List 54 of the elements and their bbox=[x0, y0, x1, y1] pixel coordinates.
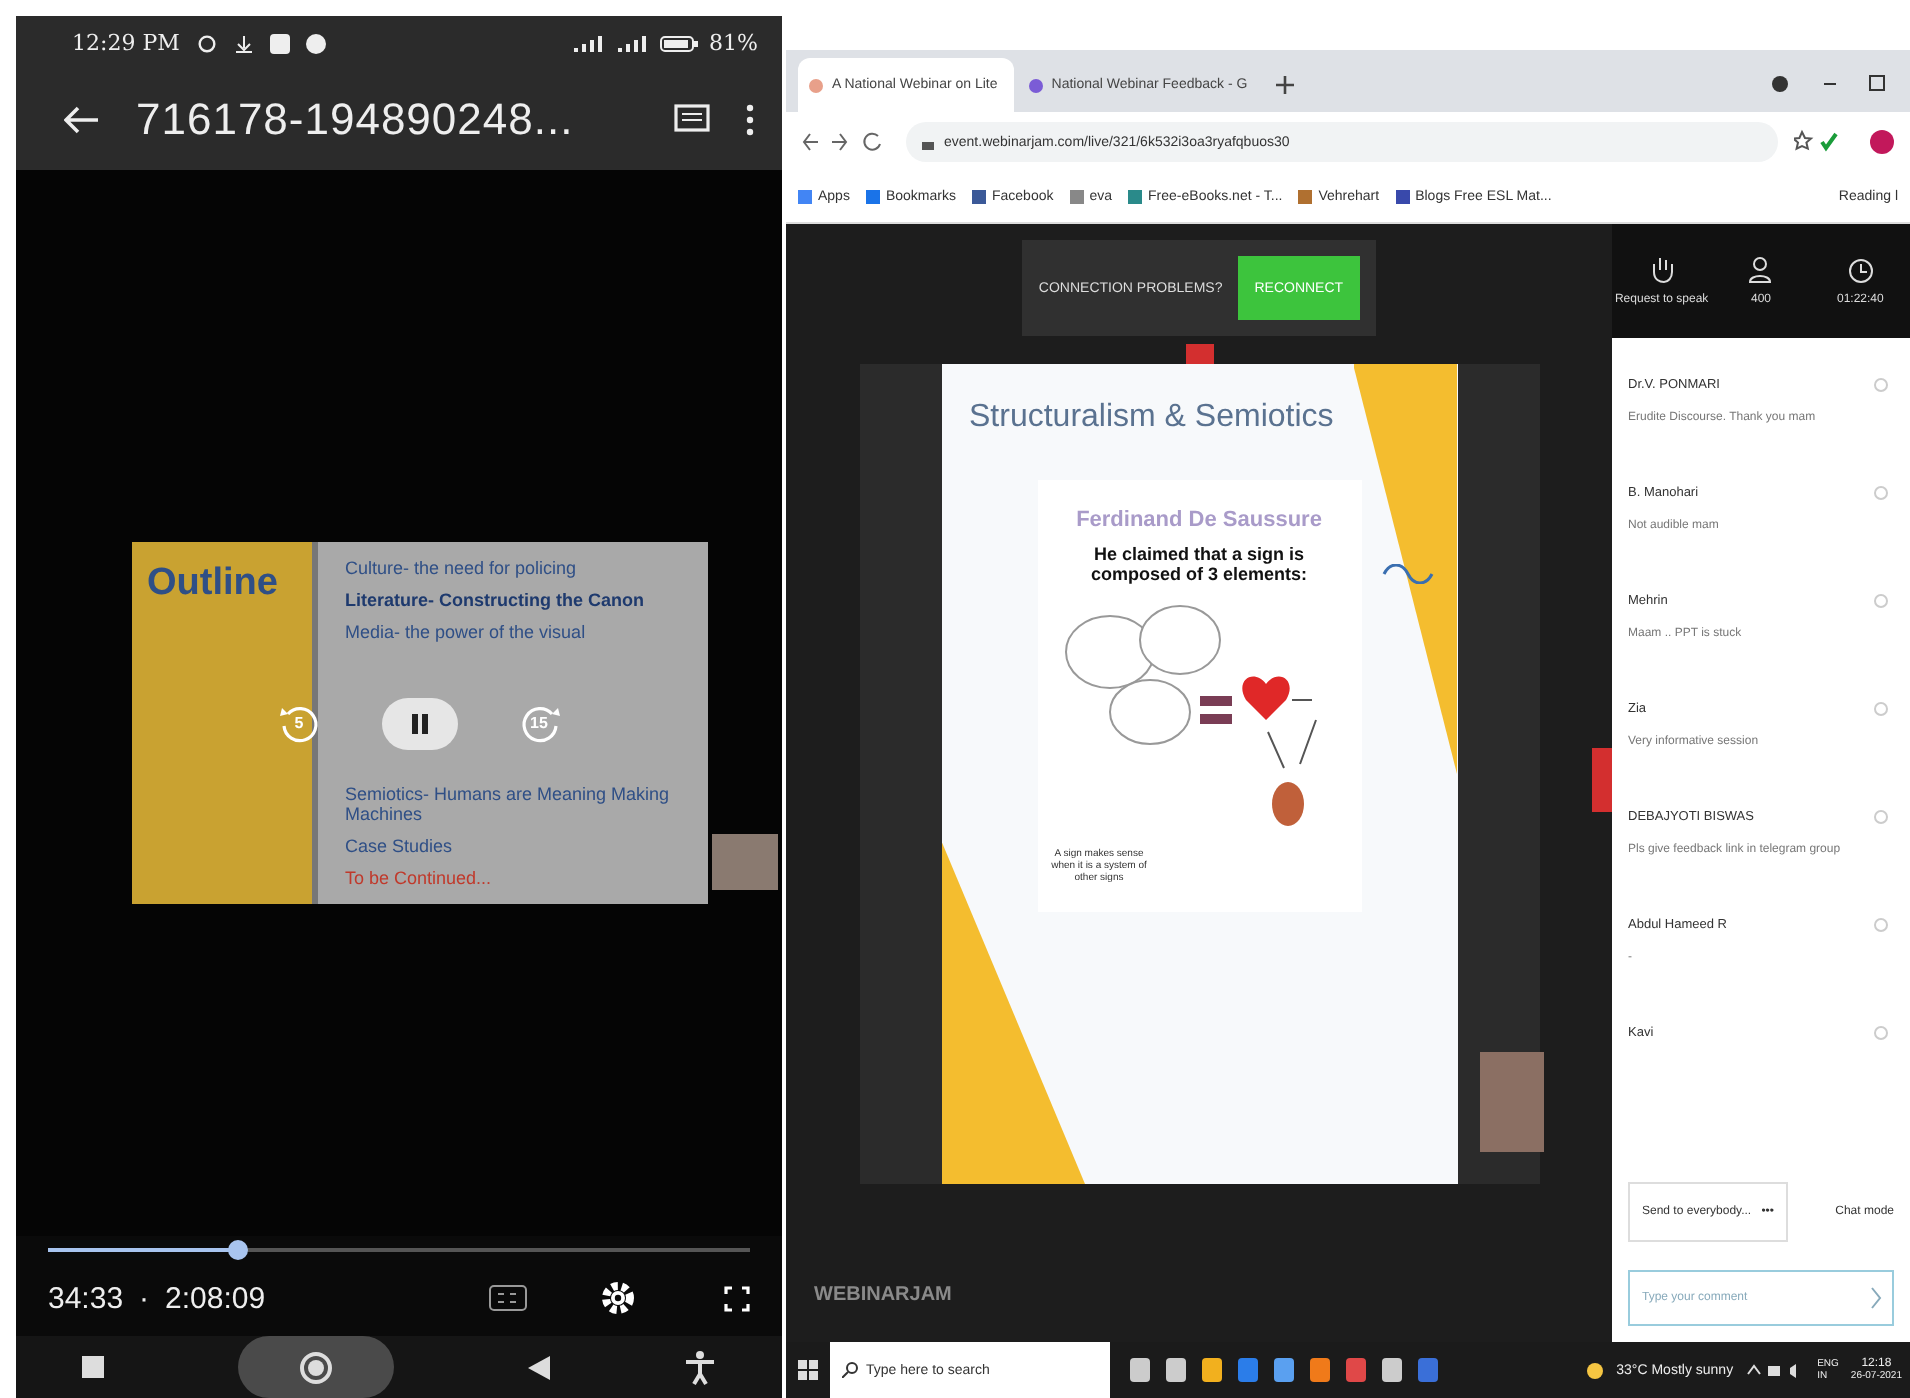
search-icon bbox=[842, 1362, 858, 1378]
weather-icon bbox=[1586, 1361, 1605, 1379]
signal-icon bbox=[569, 33, 650, 53]
status-time: 12:29 PM bbox=[72, 30, 180, 56]
clock-icon bbox=[1847, 257, 1874, 283]
battery-percentage: 81% bbox=[709, 30, 758, 56]
slide-bullet: Case Studies bbox=[345, 836, 455, 856]
back-icon[interactable] bbox=[527, 1355, 550, 1379]
pause-icon bbox=[407, 711, 431, 735]
collapse-tab-icon[interactable] bbox=[1185, 344, 1213, 364]
slide-bullet: Semiotics- Humans are Meaning Making Machines bbox=[345, 784, 672, 824]
comment-icon[interactable] bbox=[674, 104, 710, 136]
bookmark-favicon-icon bbox=[1128, 190, 1143, 204]
tab-favicon-icon bbox=[808, 77, 824, 93]
slide-bullet: To be Continued... bbox=[345, 868, 494, 888]
bookmark-favicon-icon bbox=[971, 190, 986, 204]
back-arrow-icon[interactable] bbox=[64, 106, 100, 134]
slide-claim: He claimed that a sign is composed of 3 elements: bbox=[1088, 544, 1310, 584]
slide-bullet: Literature- Constructing the Canon bbox=[345, 590, 647, 610]
circle-icon bbox=[298, 1349, 335, 1385]
total-duration: 2:08:09 bbox=[165, 1281, 266, 1315]
elapsed-time: 34:33 bbox=[48, 1281, 124, 1315]
video-title: 716178-194890248... bbox=[136, 94, 576, 146]
slide-subtitle: Ferdinand De Saussure bbox=[1076, 508, 1322, 532]
home-button[interactable] bbox=[238, 1336, 395, 1398]
download-icon bbox=[233, 33, 254, 53]
bookmark-favicon-icon bbox=[1298, 190, 1313, 204]
bookmark-favicon-icon bbox=[1395, 190, 1410, 204]
battery-icon bbox=[659, 33, 700, 53]
bookmark-favicon-icon bbox=[1069, 190, 1084, 204]
hand-icon bbox=[1649, 256, 1674, 284]
settings-icon[interactable] bbox=[600, 1280, 636, 1316]
extension-icons[interactable] bbox=[1794, 128, 1894, 156]
slide-title: Structuralism & Semiotics bbox=[969, 400, 1334, 436]
webcam-thumbnail bbox=[712, 834, 778, 890]
start-icon[interactable] bbox=[798, 1360, 818, 1380]
captions-icon[interactable] bbox=[488, 1284, 528, 1312]
wave-icon bbox=[1381, 564, 1433, 584]
recents-icon[interactable] bbox=[82, 1356, 105, 1378]
seek-thumb[interactable] bbox=[227, 1240, 248, 1260]
time-separator: · bbox=[139, 1281, 150, 1315]
webinarjam-logo: WEBINARJAM bbox=[814, 1284, 952, 1306]
slide-bullet: Culture- the need for policing bbox=[345, 558, 579, 578]
accessibility-icon[interactable] bbox=[683, 1349, 716, 1385]
slide-bullet: Media- the power of the visual bbox=[345, 622, 588, 642]
new-tab-icon[interactable] bbox=[1275, 76, 1294, 94]
bookmark-favicon-icon bbox=[798, 190, 812, 204]
bookmark-favicon-icon bbox=[865, 190, 880, 204]
slide-heading: Outline bbox=[147, 562, 278, 604]
more-menu-icon[interactable] bbox=[746, 104, 754, 136]
tab-favicon-icon bbox=[1027, 77, 1044, 93]
fullscreen-icon[interactable] bbox=[724, 1285, 750, 1311]
attendees-icon bbox=[1748, 256, 1773, 284]
webcam-thumbnail bbox=[1479, 1052, 1543, 1152]
